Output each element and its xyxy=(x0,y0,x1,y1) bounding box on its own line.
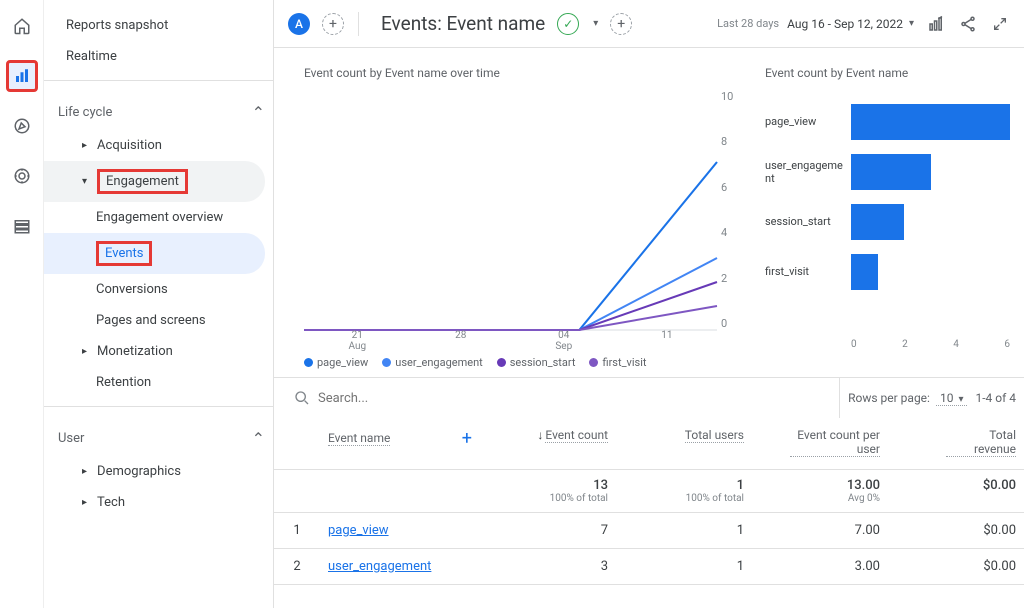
summary-sub: 100% of total xyxy=(488,493,608,504)
table-row: 1page_view717.00$0.00 xyxy=(274,513,1024,549)
sidebar-section-label: User xyxy=(58,431,84,446)
chevron-down-icon: ▾ xyxy=(82,176,87,187)
bar-row: page_view xyxy=(765,98,1010,146)
search-icon xyxy=(294,390,310,406)
table-toolbar: Rows per page: 10 ▾ 1-4 of 4 xyxy=(274,378,1024,418)
add-dimension-button[interactable]: + xyxy=(462,428,472,449)
sidebar-item-label: Engagement xyxy=(97,169,188,194)
segment-all-users-badge[interactable]: A xyxy=(288,13,310,35)
sidebar-item-retention[interactable]: Retention xyxy=(44,367,273,398)
rows-per-page-value: 10 xyxy=(940,391,954,405)
pagination-range: 1-4 of 4 xyxy=(975,391,1024,405)
event-link[interactable]: user_engagement xyxy=(328,559,431,574)
table-header-row: Event name+ ↓Event count Total users Eve… xyxy=(274,418,1024,470)
expand-icon[interactable] xyxy=(990,16,1010,32)
reports-icon[interactable] xyxy=(6,60,38,92)
table-summary-row: 13100% of total 1100% of total 13.00Avg … xyxy=(274,470,1024,513)
sidebar-item-tech[interactable]: ▸ Tech xyxy=(44,487,273,518)
add-comparison-button[interactable]: + xyxy=(322,13,344,35)
reports-sidebar: Reports snapshot Realtime Life cycle ⌃ ▸… xyxy=(44,0,274,608)
advertising-icon[interactable] xyxy=(6,160,38,192)
sidebar-section-life-cycle[interactable]: Life cycle ⌃ xyxy=(44,89,273,130)
sidebar-item-engagement[interactable]: ▾ Engagement xyxy=(44,161,265,202)
sidebar-item-events[interactable]: Events xyxy=(44,233,265,274)
configure-icon[interactable] xyxy=(6,210,38,242)
search-input[interactable] xyxy=(318,391,458,406)
bar-chart-card: Event count by Event name 0246 page_view… xyxy=(765,66,1010,369)
sidebar-item-label: Tech xyxy=(97,495,125,510)
sidebar-item-monetization[interactable]: ▸ Monetization xyxy=(44,336,273,367)
bar-row: user_engagement xyxy=(765,148,1010,196)
rows-per-page-label: Rows per page: xyxy=(848,391,930,405)
sidebar-item-label: Events xyxy=(96,241,152,266)
sidebar-item-reports-snapshot[interactable]: Reports snapshot xyxy=(44,10,273,41)
bar-row: session_start xyxy=(765,198,1010,246)
bar-chart: 0246 page_viewuser_engagementsession_sta… xyxy=(765,90,1010,350)
date-range-picker[interactable]: Last 28 days Aug 16 - Sep 12, 2022 ▾ xyxy=(717,17,914,31)
event-link[interactable]: page_view xyxy=(328,523,389,538)
topbar: A + Events: Event name ✓ ▾ + Last 28 day… xyxy=(274,0,1024,48)
y-axis: 1086420 xyxy=(721,90,745,330)
share-icon[interactable] xyxy=(958,15,978,33)
x-axis: 21Aug2804Sep11 xyxy=(304,330,717,350)
rows-per-page[interactable]: Rows per page: 10 ▾ xyxy=(840,391,975,406)
line-chart: 1086420 21Aug2804Sep11 xyxy=(304,90,745,350)
chevron-up-icon: ⌃ xyxy=(252,103,265,122)
main-content: A + Events: Event name ✓ ▾ + Last 28 day… xyxy=(274,0,1024,608)
bar-row: first_visit xyxy=(765,248,1010,296)
sidebar-section-user[interactable]: User ⌃ xyxy=(44,415,273,456)
chevron-right-icon: ▸ xyxy=(82,466,87,477)
chevron-down-icon: ▾ xyxy=(958,394,963,405)
sidebar-item-realtime[interactable]: Realtime xyxy=(44,41,273,72)
table-row: 2user_engagement313.00$0.00 xyxy=(274,549,1024,585)
col-total-users[interactable]: Total users xyxy=(616,418,752,453)
chevron-right-icon: ▸ xyxy=(82,140,87,151)
col-event-name[interactable]: Event name+ xyxy=(320,418,480,459)
chart-legend: page_viewuser_engagementsession_startfir… xyxy=(304,356,745,369)
sidebar-item-label: Demographics xyxy=(97,464,181,479)
sidebar-item-label: Acquisition xyxy=(97,138,162,153)
customize-add-button[interactable]: + xyxy=(610,13,632,35)
home-icon[interactable] xyxy=(6,10,38,42)
summary-value: 1 xyxy=(624,478,744,493)
explore-icon[interactable] xyxy=(6,110,38,142)
sidebar-item-demographics[interactable]: ▸ Demographics xyxy=(44,456,273,487)
date-range-value: Aug 16 - Sep 12, 2022 xyxy=(787,17,903,31)
summary-value: 13.00 xyxy=(760,478,880,493)
col-total-revenue[interactable]: Total revenue xyxy=(888,418,1024,467)
sort-desc-icon: ↓ xyxy=(537,428,543,442)
sidebar-item-engagement-overview[interactable]: Engagement overview xyxy=(44,202,273,233)
sidebar-item-label: Monetization xyxy=(97,344,173,359)
charts-row: Event count by Event name over time 1086… xyxy=(274,48,1024,373)
line-chart-card: Event count by Event name over time 1086… xyxy=(304,66,745,369)
chevron-up-icon: ⌃ xyxy=(252,429,265,448)
chart-title: Event count by Event name xyxy=(765,66,1010,80)
sidebar-item-conversions[interactable]: Conversions xyxy=(44,274,273,305)
sidebar-item-acquisition[interactable]: ▸ Acquisition xyxy=(44,130,273,161)
table-search[interactable] xyxy=(274,378,840,418)
date-range-prefix: Last 28 days xyxy=(717,17,779,30)
chevron-down-icon: ▾ xyxy=(909,18,914,29)
summary-sub: Avg 0% xyxy=(760,493,880,504)
sidebar-section-label: Life cycle xyxy=(58,105,112,120)
summary-sub: 100% of total xyxy=(624,493,744,504)
col-ec-per-user[interactable]: Event count per user xyxy=(752,418,888,467)
sidebar-item-pages-screens[interactable]: Pages and screens xyxy=(44,305,273,336)
chevron-right-icon: ▸ xyxy=(82,497,87,508)
status-check-icon[interactable]: ✓ xyxy=(557,13,579,35)
left-nav-rail xyxy=(0,0,44,608)
events-table: Rows per page: 10 ▾ 1-4 of 4 Event name+… xyxy=(274,377,1024,585)
x-axis: 0246 xyxy=(851,339,1010,350)
chevron-down-icon[interactable]: ▾ xyxy=(593,18,598,29)
summary-value: 13 xyxy=(488,478,608,493)
summary-value: $0.00 xyxy=(896,478,1016,493)
chart-title: Event count by Event name over time xyxy=(304,66,745,80)
chevron-right-icon: ▸ xyxy=(82,346,87,357)
col-event-count[interactable]: ↓Event count xyxy=(480,418,616,453)
page-title: Events: Event name xyxy=(381,12,545,35)
edit-comparisons-icon[interactable] xyxy=(926,15,946,33)
